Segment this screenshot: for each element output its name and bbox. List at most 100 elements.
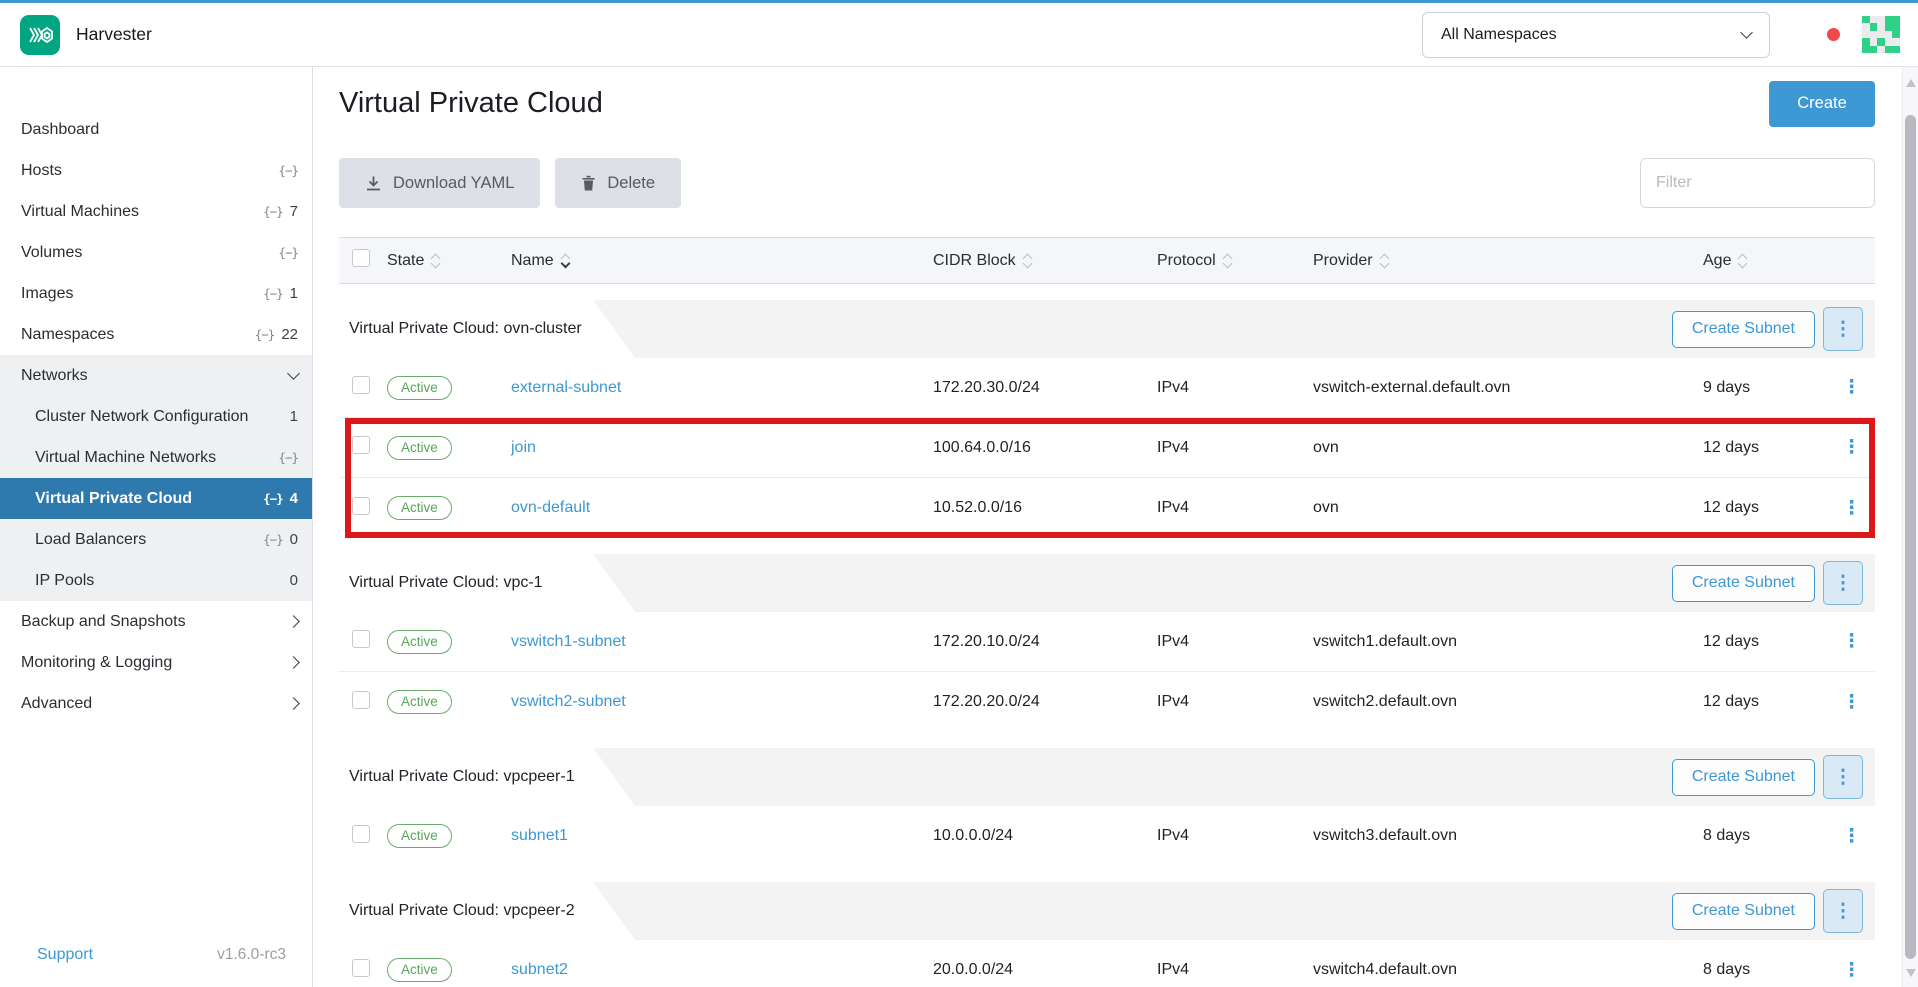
toolbar: Download YAML Delete xyxy=(339,158,1875,208)
row-checkbox[interactable] xyxy=(352,959,370,977)
nav-item-meta: 1 xyxy=(283,408,298,425)
sidebar-item-ip-pools[interactable]: IP Pools0 xyxy=(0,560,312,601)
subnet-name-link[interactable]: subnet2 xyxy=(511,961,568,978)
group-tab: Virtual Private Cloud: vpcpeer-1 xyxy=(339,748,635,806)
sidebar-item-images[interactable]: Images{−}1 xyxy=(0,273,312,314)
row-menu-kebab-icon[interactable]: ⋮ xyxy=(1842,961,1861,980)
nav-item-meta: {−} xyxy=(278,245,298,260)
row-menu-kebab-icon[interactable]: ⋮ xyxy=(1842,693,1861,712)
sidebar-item-label: IP Pools xyxy=(35,572,94,590)
braces-icon: {−} xyxy=(263,204,283,219)
identicon-cell xyxy=(1885,46,1893,54)
sidebar-item-virtual-machines[interactable]: Virtual Machines{−}7 xyxy=(0,191,312,232)
row-checkbox[interactable] xyxy=(352,436,370,454)
row-checkbox[interactable] xyxy=(352,825,370,843)
column-header-cidr-block[interactable]: CIDR Block xyxy=(933,252,1157,270)
user-avatar-identicon[interactable] xyxy=(1862,16,1900,54)
row-actions-cell: ⋮ xyxy=(1828,961,1875,980)
row-checkbox[interactable] xyxy=(352,691,370,709)
create-subnet-button[interactable]: Create Subnet xyxy=(1672,565,1815,602)
subnet-name-link[interactable]: join xyxy=(511,439,536,456)
braces-icon: {−} xyxy=(278,163,298,178)
row-menu-kebab-icon[interactable]: ⋮ xyxy=(1842,378,1861,397)
row-checkbox-cell xyxy=(339,630,387,653)
identicon-cell xyxy=(1877,31,1885,39)
cidr-cell: 172.20.20.0/24 xyxy=(933,693,1157,711)
scrollbar-down-arrow-icon[interactable] xyxy=(1906,969,1916,977)
braces-icon: {−} xyxy=(278,245,298,260)
create-subnet-button[interactable]: Create Subnet xyxy=(1672,893,1815,930)
subnet-name-link[interactable]: external-subnet xyxy=(511,379,621,396)
select-all-checkbox[interactable] xyxy=(352,249,370,267)
column-header-age[interactable]: Age xyxy=(1703,252,1828,270)
identicon-cell xyxy=(1877,16,1885,24)
sidebar-item-virtual-private-cloud[interactable]: Virtual Private Cloud{−}4 xyxy=(0,478,312,519)
sidebar-item-networks[interactable]: Networks xyxy=(0,355,312,396)
sidebar-item-advanced[interactable]: Advanced xyxy=(0,683,312,724)
nav-count: 0 xyxy=(290,531,298,548)
subnet-name-link[interactable]: vswitch1-subnet xyxy=(511,633,626,650)
group-menu-button[interactable]: ⋮ xyxy=(1823,307,1863,351)
scrollbar-up-arrow-icon[interactable] xyxy=(1906,79,1916,87)
sidebar-item-volumes[interactable]: Volumes{−} xyxy=(0,232,312,273)
sidebar-item-namespaces[interactable]: Namespaces{−}22 xyxy=(0,314,312,355)
sidebar-item-cluster-network-configuration[interactable]: Cluster Network Configuration 1 xyxy=(0,396,312,437)
vpc-group-virtual-private-cloud-ovn-cluster: Virtual Private Cloud: ovn-clusterCreate… xyxy=(339,300,1875,538)
row-checkbox-cell xyxy=(339,497,387,520)
row-checkbox[interactable] xyxy=(352,376,370,394)
group-menu-button[interactable]: ⋮ xyxy=(1823,561,1863,605)
notification-dot xyxy=(1827,28,1840,41)
subnet-name-link[interactable]: subnet1 xyxy=(511,827,568,844)
kebab-icon: ⋮ xyxy=(1834,768,1853,787)
row-menu-kebab-icon[interactable]: ⋮ xyxy=(1842,499,1861,518)
row-menu-kebab-icon[interactable]: ⋮ xyxy=(1842,632,1861,651)
group-header: Virtual Private Cloud: vpc-1Create Subne… xyxy=(339,554,1875,612)
sidebar-item-virtual-machine-networks[interactable]: Virtual Machine Networks{−} xyxy=(0,437,312,478)
column-header-provider[interactable]: Provider xyxy=(1313,252,1703,270)
harvester-logo[interactable] xyxy=(20,15,60,55)
filter-input[interactable] xyxy=(1640,158,1875,208)
subnet-name-link[interactable]: ovn-default xyxy=(511,499,590,516)
create-subnet-button[interactable]: Create Subnet xyxy=(1672,311,1815,348)
scrollbar[interactable] xyxy=(1902,67,1918,987)
identicon-cell xyxy=(1892,38,1900,46)
row-checkbox[interactable] xyxy=(352,497,370,515)
subnet-name-link[interactable]: vswitch2-subnet xyxy=(511,693,626,710)
sidebar-item-label: Virtual Private Cloud xyxy=(35,490,192,508)
sidebar-item-label: Advanced xyxy=(21,695,92,713)
table-row-join: Activejoin100.64.0.0/16IPv4ovn12 days⋮ xyxy=(339,418,1875,478)
sidebar-item-backup-and-snapshots[interactable]: Backup and Snapshots xyxy=(0,601,312,642)
state-cell: Active xyxy=(387,958,511,982)
state-badge: Active xyxy=(387,630,452,654)
row-menu-kebab-icon[interactable]: ⋮ xyxy=(1842,438,1861,457)
column-header-state[interactable]: State xyxy=(387,252,511,270)
sidebar-item-load-balancers[interactable]: Load Balancers{−}0 xyxy=(0,519,312,560)
column-header-protocol[interactable]: Protocol xyxy=(1157,252,1313,270)
download-yaml-button[interactable]: Download YAML xyxy=(339,158,540,208)
delete-button[interactable]: Delete xyxy=(555,158,681,208)
sidebar-item-dashboard[interactable]: Dashboard xyxy=(0,109,312,150)
column-header-name[interactable]: Name xyxy=(511,252,933,270)
sidebar-item-monitoring-logging[interactable]: Monitoring & Logging xyxy=(0,642,312,683)
group-header: Virtual Private Cloud: vpcpeer-2 Create S… xyxy=(339,882,1875,940)
group-menu-button[interactable]: ⋮ xyxy=(1823,889,1863,933)
row-checkbox[interactable] xyxy=(352,630,370,648)
sidebar-item-hosts[interactable]: Hosts{−} xyxy=(0,150,312,191)
group-tab: Virtual Private Cloud: vpcpeer-2 xyxy=(339,882,635,940)
chevron-down-icon xyxy=(1740,26,1753,39)
row-checkbox-cell xyxy=(339,825,387,848)
namespace-filter-select[interactable]: All Namespaces xyxy=(1422,12,1770,58)
sidebar-item-label: Cluster Network Configuration xyxy=(35,408,248,426)
state-badge: Active xyxy=(387,958,452,982)
create-button[interactable]: Create xyxy=(1769,81,1875,127)
scrollbar-thumb[interactable] xyxy=(1905,115,1916,959)
state-badge: Active xyxy=(387,824,452,848)
nav-item-meta xyxy=(289,658,298,667)
create-subnet-button[interactable]: Create Subnet xyxy=(1672,759,1815,796)
group-menu-button[interactable]: ⋮ xyxy=(1823,755,1863,799)
row-menu-kebab-icon[interactable]: ⋮ xyxy=(1842,827,1861,846)
nav-item-meta xyxy=(289,617,298,626)
sidebar-item-label: Images xyxy=(21,285,73,303)
namespace-filter-value: All Namespaces xyxy=(1441,26,1557,44)
support-link[interactable]: Support xyxy=(37,946,93,964)
